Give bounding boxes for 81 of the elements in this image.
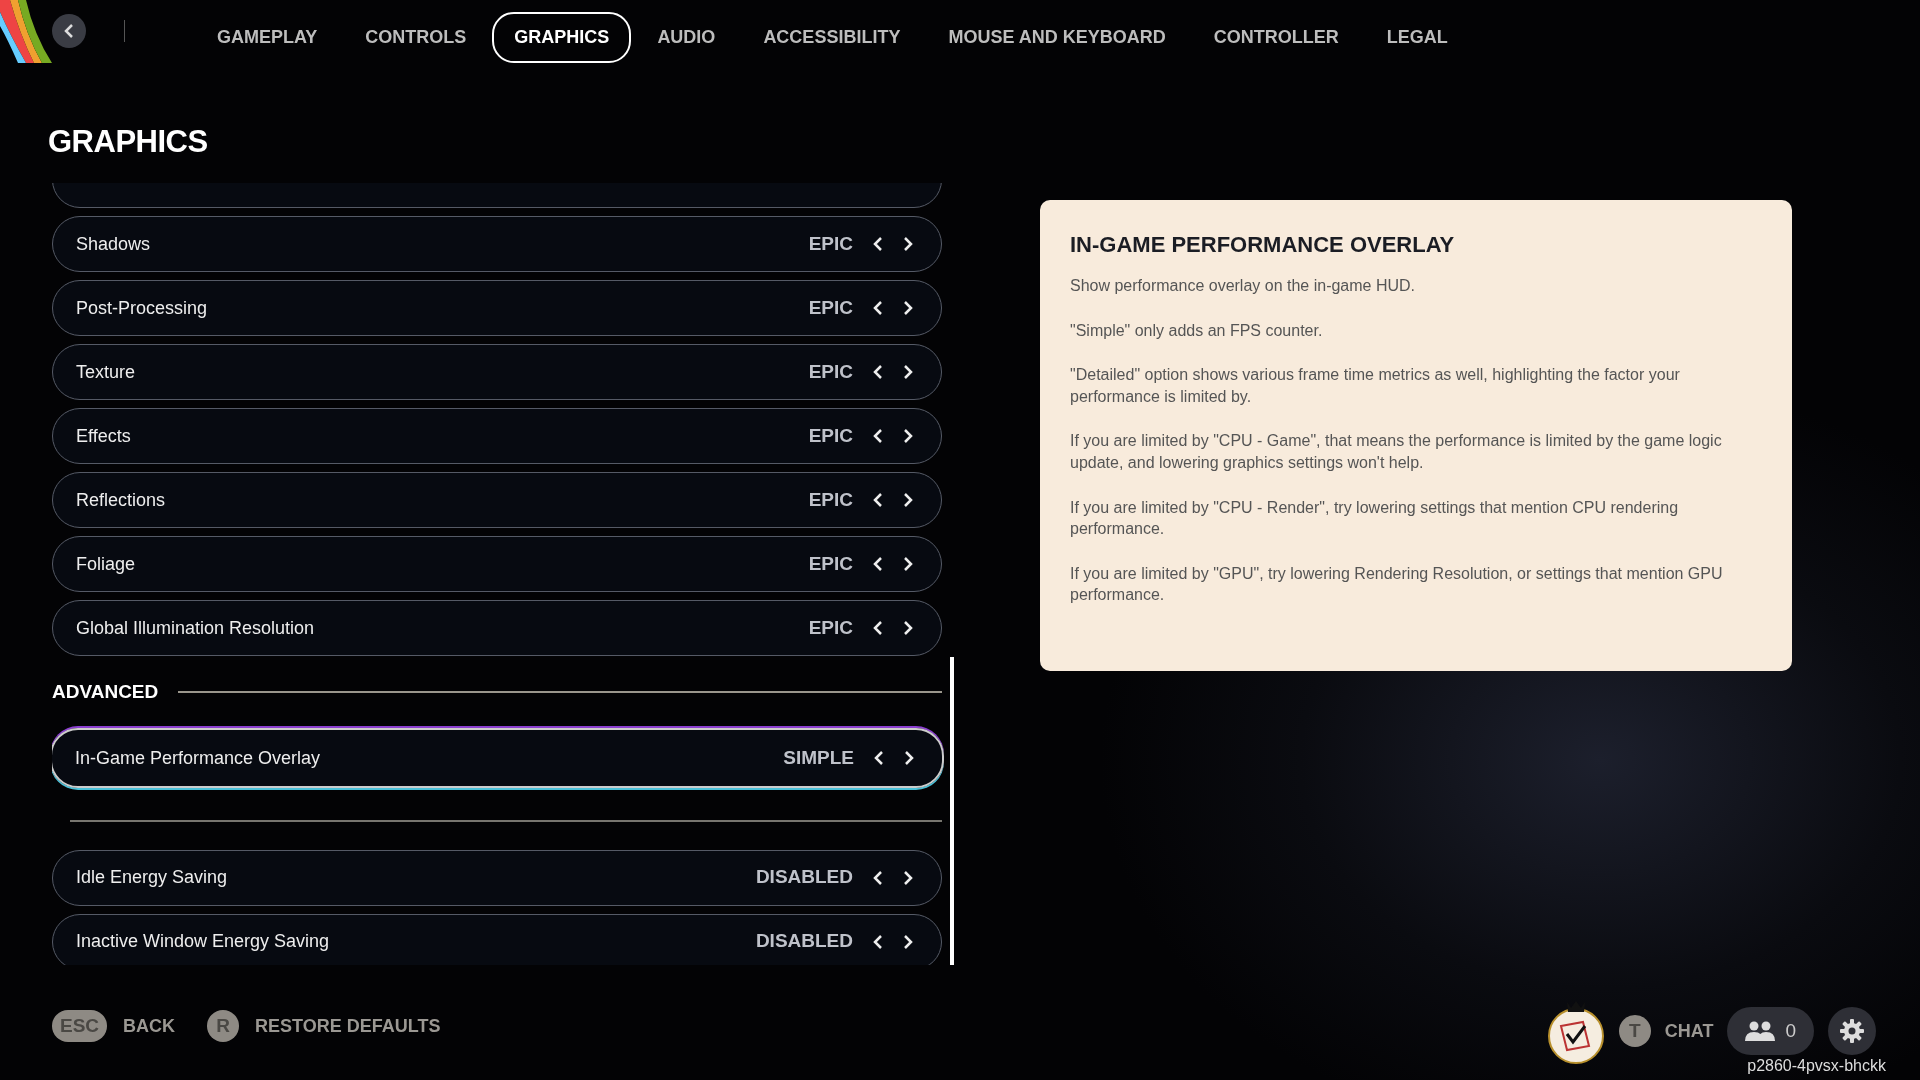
setting-label: Effects (76, 424, 131, 448)
setting-value: EPIC (808, 423, 853, 448)
chevron-right-icon (903, 236, 913, 252)
chevron-left-icon (873, 428, 883, 444)
setting-value: DISABLED (755, 865, 853, 890)
chevron-left-icon (873, 236, 883, 252)
setting-label: Texture (76, 360, 136, 384)
chevron-right-icon (904, 750, 914, 766)
setting-value: EPIC (808, 487, 853, 512)
info-paragraph: Show performance overlay on the in-game HUD. (1070, 276, 1417, 296)
info-paragraph: "Detailed" option shows various frame time metrics as well, highlighting the factor your performance is limited by. (1070, 365, 1681, 407)
info-title: IN-GAME PERFORMANCE OVERLAY (1070, 231, 1456, 259)
nav-tab[interactable]: ACCESSIBILITY (741, 12, 923, 63)
nav-tab[interactable]: CONTROLS (343, 12, 489, 63)
chevron-right-icon (903, 620, 913, 636)
chevron-right-icon (903, 933, 913, 950)
chevron-right-icon (903, 492, 913, 508)
setting-row[interactable]: Global Illumination Resolution EPIC (52, 600, 942, 656)
section-heading: ADVANCED (52, 679, 159, 704)
footer-action[interactable]: RESTORE DEFAULTS (255, 1012, 441, 1040)
chevron-left-icon (873, 933, 883, 950)
chevron-left-icon (873, 556, 883, 572)
chevron-right-icon (903, 300, 913, 316)
setting-value: EPIC (808, 615, 853, 640)
setting-value: EPIC (808, 551, 853, 576)
setting-row[interactable]: Post-Processing EPIC (52, 280, 942, 336)
setting-row[interactable]: Shadows EPIC (52, 216, 942, 272)
chevron-left-icon (63, 23, 75, 39)
setting-value: SIMPLE (783, 745, 854, 770)
info-paragraph: If you are limited by "CPU - Game", that means the performance is limited by the game logic update, and lowering graphics settings won't help. (1070, 431, 1723, 473)
chevron-right-icon (903, 556, 913, 572)
setting-label: Foliage (76, 552, 136, 576)
key-hint: R (207, 1010, 240, 1042)
nav-tab[interactable]: MOUSE AND KEYBOARD (926, 12, 1188, 63)
footer-action[interactable]: BACK (123, 1012, 176, 1040)
setting-value: DISABLED (755, 929, 853, 954)
setting-row[interactable]: Texture EPIC (52, 344, 942, 400)
chevron-left-icon (873, 364, 883, 380)
setting-row[interactable]: Idle Energy Saving DISABLED (52, 849, 942, 906)
nav-tab[interactable]: CONTROLLER (1191, 12, 1361, 63)
chevron-left-icon (873, 620, 883, 636)
scrollbar-thumb[interactable] (950, 657, 954, 965)
friends-icon (1745, 1021, 1776, 1041)
friends-button[interactable]: 0 (1727, 1007, 1814, 1055)
setting-value: EPIC (808, 359, 853, 384)
nav-tab[interactable]: GAMEPLAY (195, 12, 340, 63)
key-hint: T (1618, 1015, 1651, 1047)
page-title: GRAPHICS (48, 123, 209, 161)
nav-tab[interactable]: AUDIO (635, 12, 738, 63)
nav-tab[interactable]: LEGAL (1364, 12, 1470, 63)
chevron-left-icon (873, 300, 883, 316)
chat-button[interactable]: CHAT (1664, 1017, 1714, 1045)
setting-label: In-Game Performance Overlay (75, 746, 321, 770)
chevron-left-icon (873, 492, 883, 508)
setting-row[interactable]: Inactive Window Energy Saving DISABLED (52, 913, 942, 965)
setting-row[interactable]: Foliage EPIC (52, 536, 942, 592)
info-paragraph: "Simple" only adds an FPS counter. (1070, 320, 1324, 341)
info-paragraph: If you are limited by "CPU - Render", try lowering settings that mention CPU rendering performance. (1070, 497, 1680, 540)
settings-button[interactable] (1828, 1007, 1876, 1055)
chevron-right-icon (903, 869, 913, 886)
info-paragraph: If you are limited by "GPU", try lowering Rendering Resolution, or settings that mention GPU performance. (1070, 563, 1724, 606)
setting-row[interactable]: Effects EPIC (52, 408, 942, 464)
setting-label: Global Illumination Resolution (76, 616, 315, 640)
setting-label: Idle Energy Saving (76, 866, 228, 889)
setting-label: Inactive Window Energy Saving (76, 930, 330, 953)
nav-tab[interactable]: GRAPHICS (492, 12, 632, 63)
setting-label: Post-Processing (76, 296, 208, 320)
setting-row[interactable]: In-Game Performance Overlay SIMPLE (52, 728, 944, 788)
chevron-right-icon (903, 364, 913, 380)
setting-label: Reflections (76, 488, 166, 512)
settings-icon (1840, 1019, 1864, 1043)
setting-value: EPIC (808, 295, 853, 320)
key-hint: ESC (52, 1010, 108, 1042)
back-button[interactable] (52, 14, 86, 48)
setting-label: Shadows (76, 232, 151, 256)
chevron-right-icon (903, 428, 913, 444)
setting-value: EPIC (808, 231, 853, 256)
chevron-left-icon (874, 750, 884, 766)
chevron-left-icon (873, 869, 883, 886)
session-code: p2860-4pvsx-bhckk (1747, 1056, 1886, 1076)
setting-row[interactable]: Reflections EPIC (52, 472, 942, 528)
